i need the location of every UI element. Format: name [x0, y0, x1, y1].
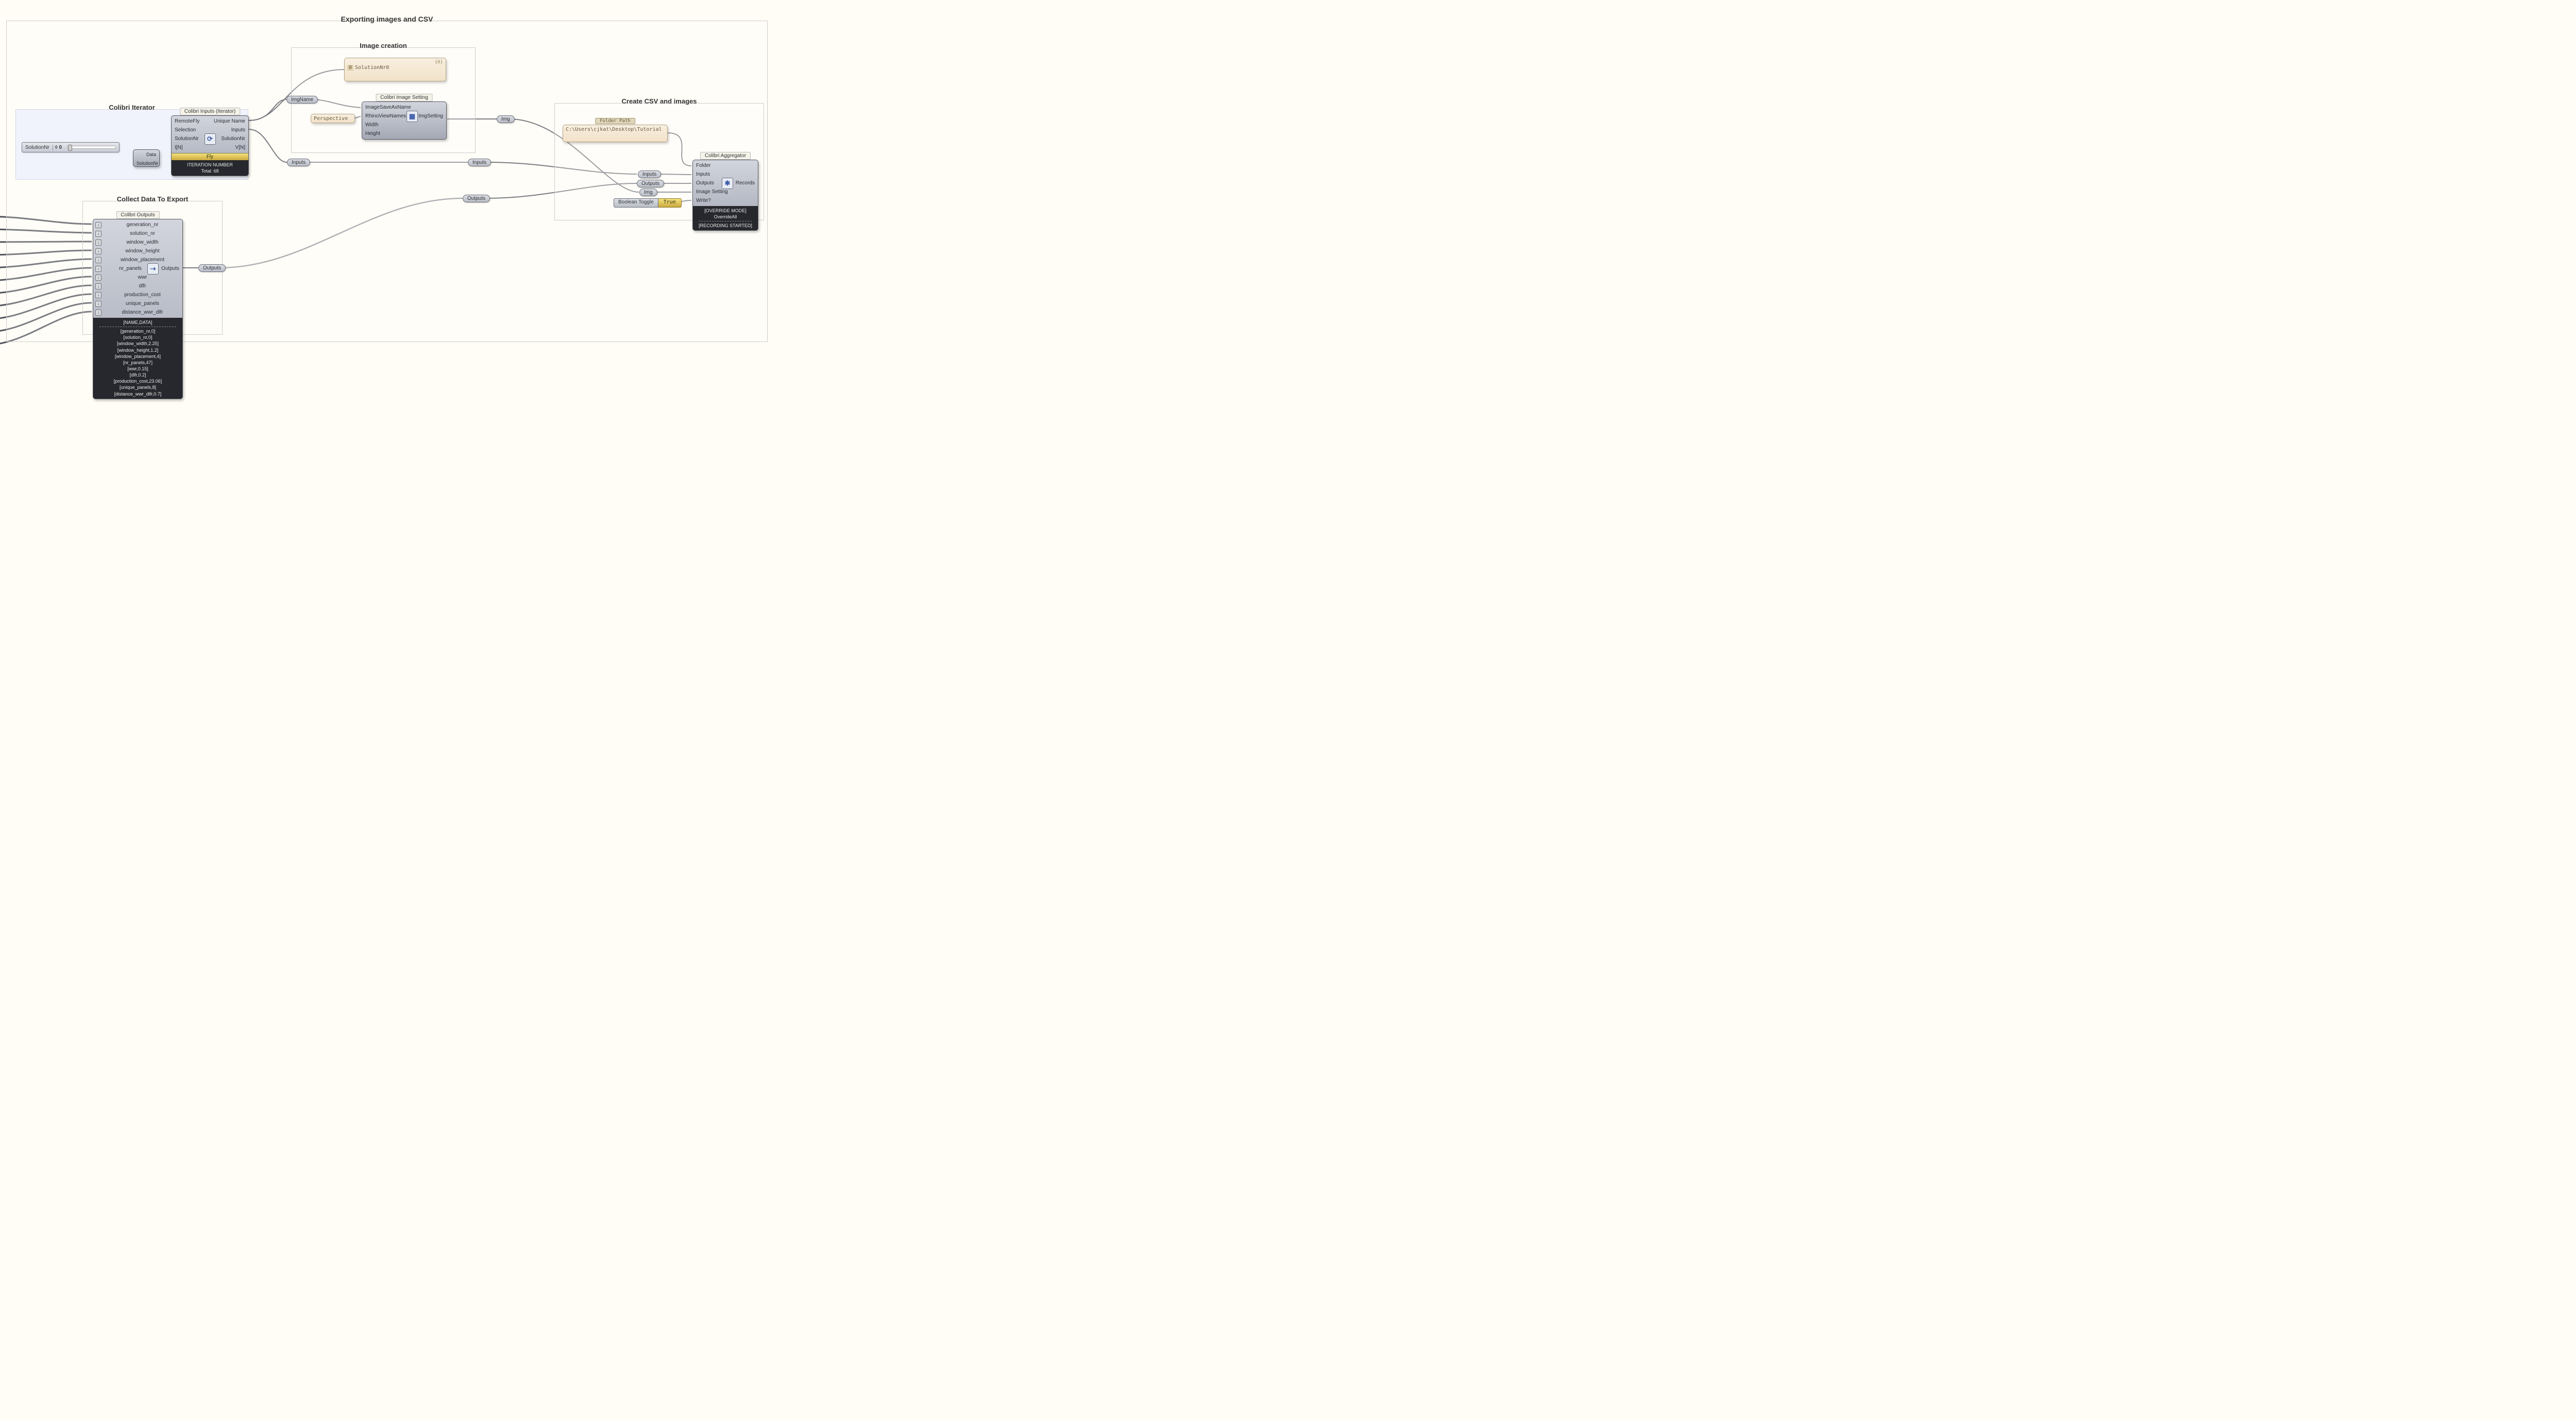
- outputs-param-row: ↓window_height: [93, 247, 182, 255]
- slider-value: ◊ 0: [53, 145, 64, 150]
- tag-inputs-relay[interactable]: Inputs: [468, 159, 491, 166]
- slider-label: SolutionNr: [22, 145, 53, 150]
- group-iterator-title: Colibri Iterator: [109, 104, 155, 111]
- folder-panel-title: Folder Path: [595, 118, 635, 124]
- outputs-param-row: ↓distance_wwr_dlfr: [93, 308, 182, 317]
- fly-button[interactable]: Fly: [172, 153, 248, 160]
- outputs-param-row: ↓window_placement: [93, 255, 182, 264]
- tag-outputs-1[interactable]: Outputs: [198, 264, 226, 272]
- solution-nr-slider[interactable]: SolutionNr ◊ 0: [22, 142, 120, 152]
- outputs-param-label: dlfr: [103, 283, 182, 289]
- outputs-param-row: ↓generation_nr: [93, 220, 182, 229]
- colibri-iterator-component[interactable]: Colibri Inputs (Iterator) RemoteFlyUniqu…: [171, 115, 249, 176]
- tag-outputs-relay[interactable]: Outputs: [463, 195, 490, 202]
- colibri-aggregator-component[interactable]: Colibri Aggregator Folder Inputs Outputs…: [692, 160, 758, 231]
- folder-path-panel[interactable]: Folder Path C:\Users\cjkat\Desktop\Tutor…: [563, 125, 668, 142]
- group-csv-title: Create CSV and images: [622, 97, 697, 105]
- outputs-param-label: unique_panels: [103, 301, 182, 306]
- outputs-param-label: window_height: [103, 248, 182, 254]
- aggregator-footer: [OVERRIDE MODE] OverrideAll [RECORDING S…: [693, 206, 758, 230]
- outputs-comp-label: Colibri Outputs: [116, 211, 159, 219]
- input-arrow-icon: ↓: [95, 292, 101, 298]
- tag-img-2[interactable]: Img: [639, 189, 657, 196]
- input-arrow-icon: ↓: [95, 301, 101, 307]
- outputs-param-row: ↓unique_panels: [93, 299, 182, 308]
- solution-nr-panel[interactable]: {0} 0SolutionNr0: [344, 58, 446, 81]
- tag-imgname[interactable]: ImgName: [286, 96, 318, 104]
- tag-inputs-2[interactable]: Inputs: [638, 170, 661, 178]
- iterator-icon: ⟳: [205, 133, 216, 145]
- outputs-param-label: wwr: [103, 275, 182, 280]
- aggregator-icon: ✱: [722, 178, 733, 189]
- outputs-param-row: ↓solution_nr: [93, 229, 182, 238]
- mini-data-component[interactable]: Data SolutionNr: [133, 149, 160, 167]
- outputs-param-label: window_width: [103, 239, 182, 245]
- iterator-label: Colibri Inputs (Iterator): [180, 108, 240, 115]
- tag-img[interactable]: Img: [497, 115, 515, 123]
- outputs-param-row: ↓window_width: [93, 238, 182, 247]
- aggregator-label: Colibri Aggregator: [700, 152, 751, 160]
- input-arrow-icon: ↓: [95, 231, 101, 237]
- outputs-param-row: ↓nr_panels⇢Outputs: [93, 264, 182, 273]
- input-arrow-icon: ↓: [95, 222, 101, 228]
- input-arrow-icon: ↓: [95, 248, 101, 254]
- colibri-outputs-component[interactable]: Colibri Outputs ↓generation_nr↓solution_…: [93, 219, 183, 399]
- outputs-param-row: ↓dlfr: [93, 282, 182, 290]
- image-setting-label: Colibri Image Setting: [376, 94, 433, 101]
- tag-outputs-2[interactable]: Outputs: [637, 180, 664, 187]
- boolean-toggle[interactable]: Boolean Toggle True: [614, 198, 682, 208]
- group-collect-title: Collect Data To Export: [117, 195, 188, 203]
- iterator-footer: ITERATION NUMBER Total: 68: [172, 160, 248, 176]
- input-arrow-icon: ↓: [95, 239, 101, 246]
- outputs-param-row: ↓production_cost: [93, 290, 182, 299]
- image-icon: ▦: [406, 111, 418, 122]
- outputs-param-label: generation_nr: [103, 222, 182, 228]
- input-arrow-icon: ↓: [95, 266, 101, 272]
- input-arrow-icon: ↓: [95, 283, 101, 289]
- outputs-output-port: Outputs: [158, 266, 182, 271]
- group-image-title: Image creation: [360, 42, 407, 49]
- perspective-panel[interactable]: Perspective: [311, 114, 355, 123]
- colibri-image-setting-component[interactable]: Colibri Image Setting ImageSaveAsName Rh…: [362, 101, 447, 140]
- outputs-param-label: distance_wwr_dlfr: [103, 310, 182, 315]
- outputs-param-label: production_cost: [103, 292, 182, 298]
- outputs-footer: [NAME,DATA] [generation_nr,0][solution_n…: [93, 318, 182, 399]
- input-arrow-icon: ↓: [95, 257, 101, 263]
- outputs-param-label: window_placement: [103, 257, 182, 263]
- input-arrow-icon: ↓: [95, 275, 101, 281]
- tag-inputs[interactable]: Inputs: [287, 159, 310, 166]
- input-arrow-icon: ↓: [95, 310, 101, 316]
- outputs-param-row: ↓wwr: [93, 273, 182, 282]
- outputs-param-label: solution_nr: [103, 231, 182, 236]
- group-main-title: Exporting images and CSV: [341, 15, 433, 23]
